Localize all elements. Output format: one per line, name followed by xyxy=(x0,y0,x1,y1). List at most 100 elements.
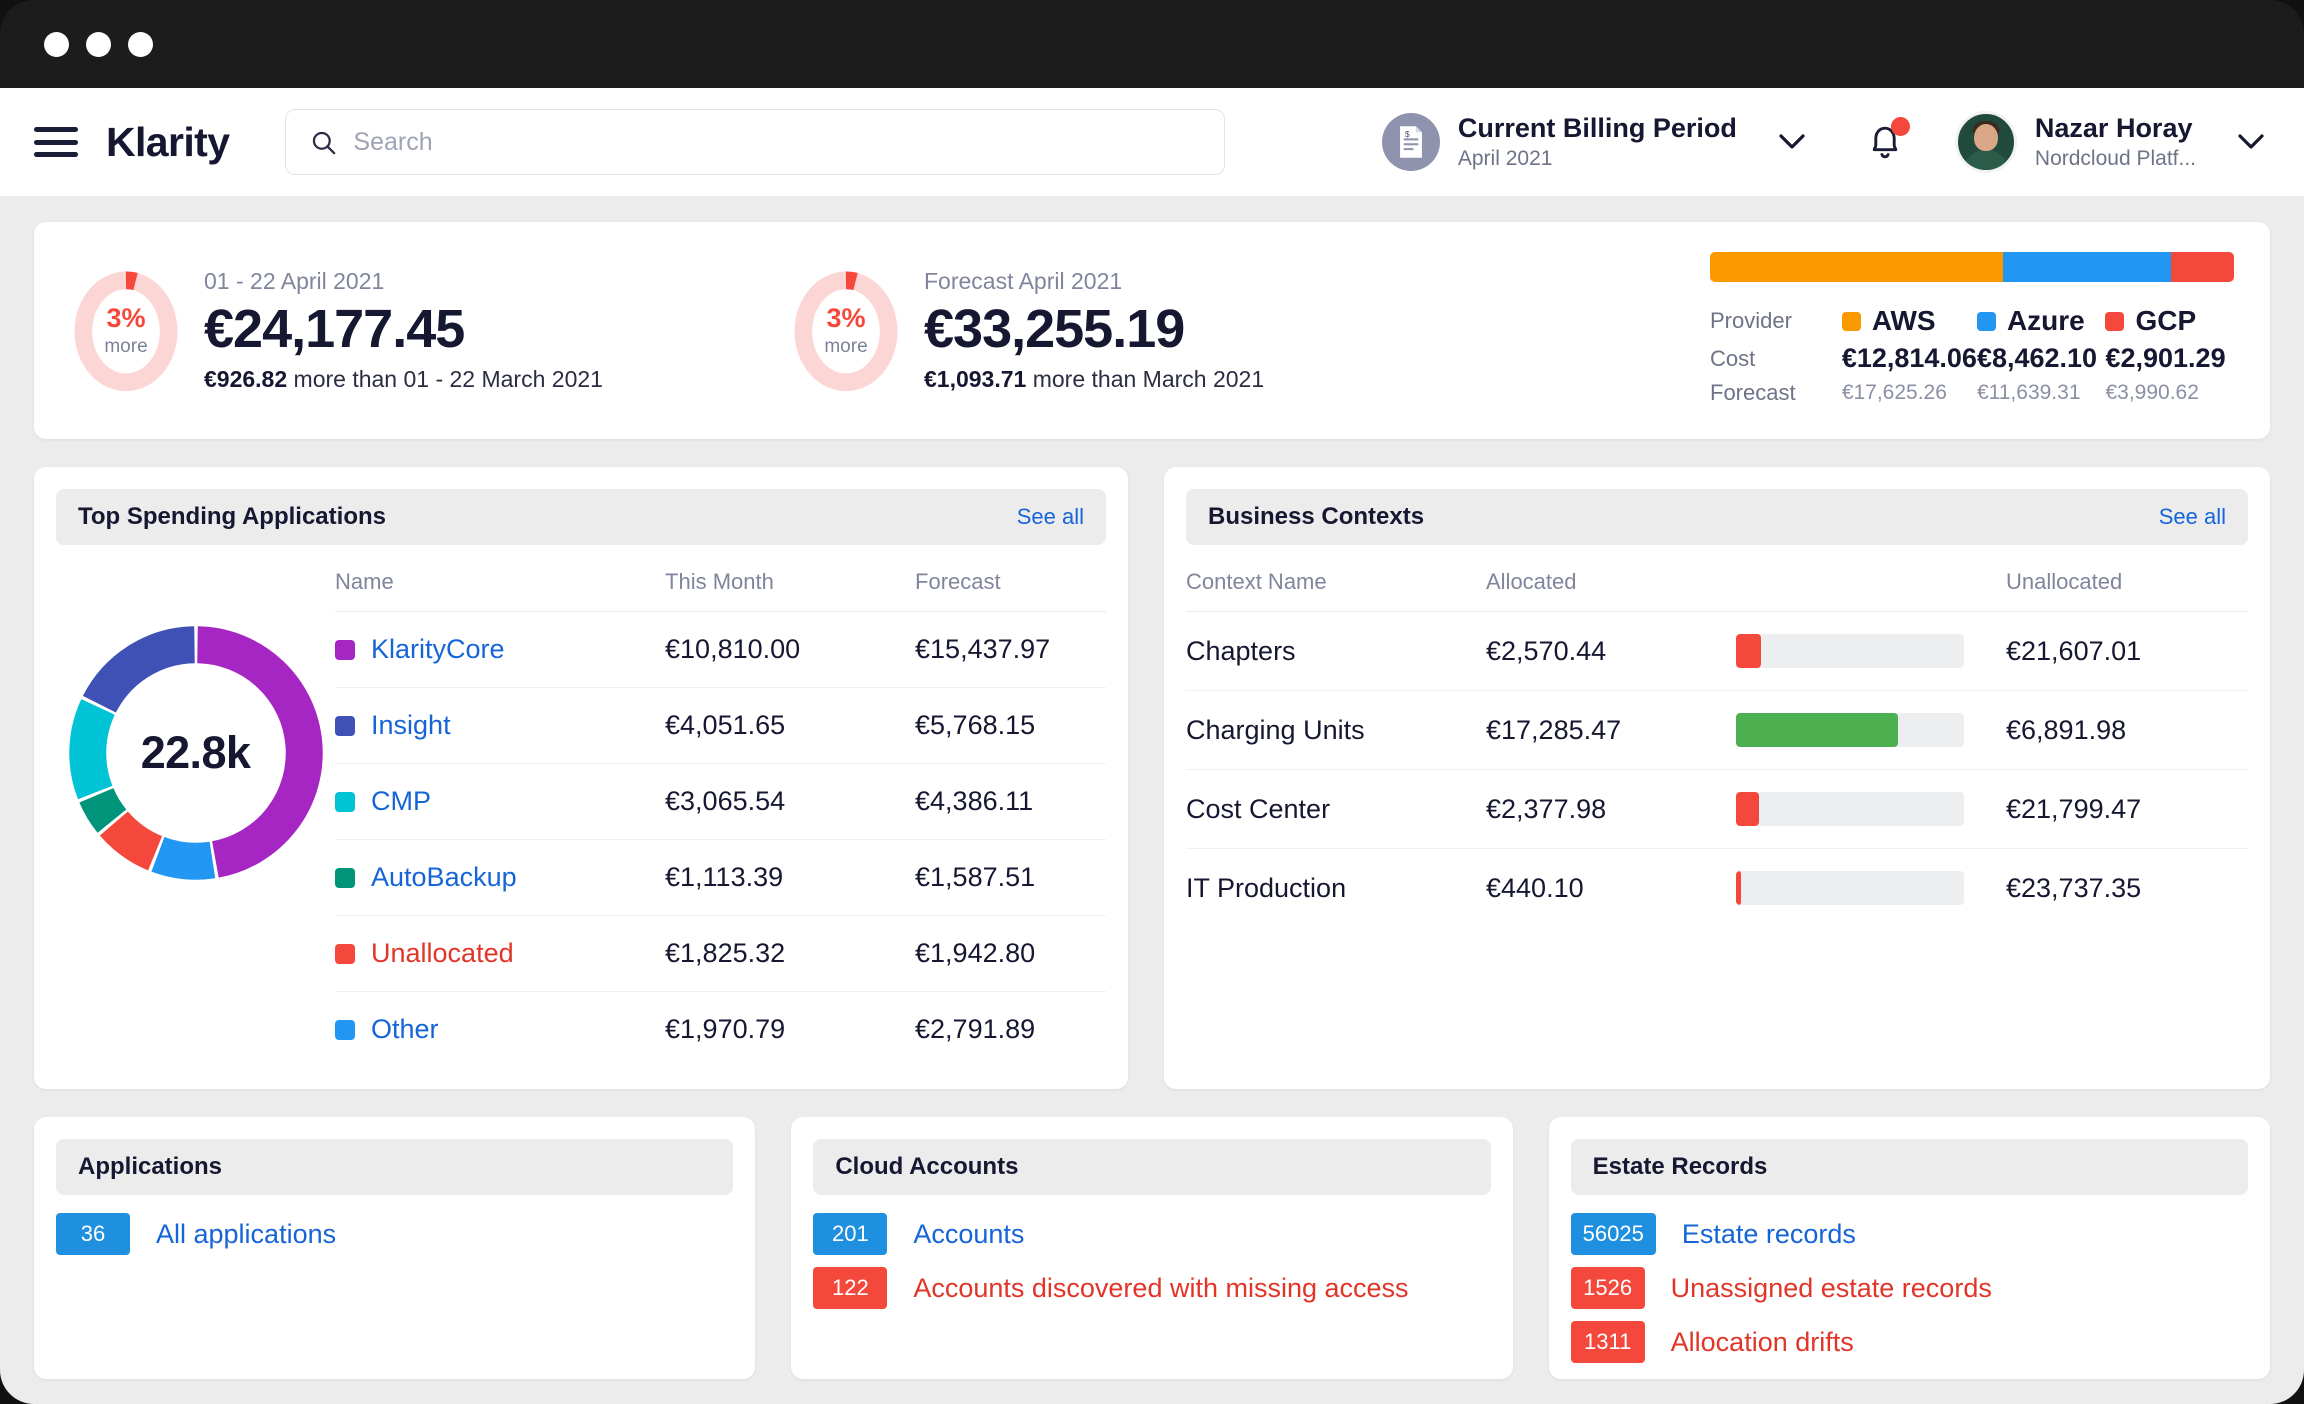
app-name-cell[interactable]: Insight xyxy=(335,688,665,764)
provider-name-cell: Azure xyxy=(1977,302,2106,340)
search-input[interactable] xyxy=(353,128,1200,157)
forecast-spend-dates: Forecast April 2021 xyxy=(924,268,1264,295)
context-name-link[interactable]: Chapters xyxy=(1186,612,1486,691)
spending-donut-chart: 22.8k xyxy=(64,621,328,885)
forecast-spend-block: 3% more Forecast April 2021 €33,255.19 €… xyxy=(794,268,1514,392)
header-right-group: $ Current Billing Period April 2021 xyxy=(1382,111,2266,173)
summary-stat-card: Cloud Accounts 201 Accounts 122Accounts dis… xyxy=(791,1117,1512,1379)
table-row[interactable]: Unallocated€1,825.32€1,942.80 xyxy=(335,916,1106,992)
stat-label-link[interactable]: All applications xyxy=(156,1219,336,1250)
table-row[interactable]: IT Production€440.10€23,737.35 xyxy=(1186,849,2248,928)
table-row[interactable]: Insight€4,051.65€5,768.15 xyxy=(335,688,1106,764)
app-color-swatch xyxy=(335,868,355,888)
provider-row-provider: ProviderAWSAzureGCP xyxy=(1710,302,2234,340)
user-menu[interactable]: Nazar Horay Nordcloud Platf... xyxy=(1955,111,2266,173)
provider-name-cell: GCP xyxy=(2105,302,2234,340)
notification-badge xyxy=(1891,117,1910,136)
stat-label-link[interactable]: Accounts xyxy=(913,1219,1024,1250)
provider-cost-value: €2,901.29 xyxy=(2105,343,2225,373)
stat-label-link[interactable]: Accounts discovered with missing access xyxy=(913,1273,1408,1304)
context-unallocated-value: €21,799.47 xyxy=(2006,770,2248,849)
search-box[interactable] xyxy=(285,109,1225,175)
context-allocation-bar-cell xyxy=(1736,849,2006,928)
col-header-bar xyxy=(1736,563,2006,612)
stat-row[interactable]: 122Accounts discovered with missing acce… xyxy=(813,1267,1490,1309)
app-forecast-value: €2,791.89 xyxy=(915,992,1106,1068)
provider-cost-cell: €8,462.10 xyxy=(1977,340,2106,377)
table-row[interactable]: Other €1,970.79€2,791.89 xyxy=(335,992,1106,1068)
stat-row[interactable]: 1311Allocation drifts xyxy=(1571,1321,2248,1363)
table-row[interactable]: KlarityCore€10,810.00€15,437.97 xyxy=(335,612,1106,688)
svg-text:$: $ xyxy=(1405,129,1410,139)
stat-label-link[interactable]: Unassigned estate records xyxy=(1671,1273,1992,1304)
provider-table: ProviderAWSAzureGCPCost€12,814.06€8,462.… xyxy=(1710,302,2234,409)
window-dot-close[interactable] xyxy=(44,32,69,57)
allocation-bar-fill xyxy=(1736,792,1759,826)
top-spending-see-all-link[interactable]: See all xyxy=(1017,504,1084,530)
app-this-month-value: €1,970.79 xyxy=(665,992,915,1068)
forecast-delta-text: more than xyxy=(1033,366,1137,392)
app-name-link[interactable]: Insight xyxy=(371,710,451,741)
context-name-link[interactable]: Charging Units xyxy=(1186,691,1486,770)
app-forecast-value: €1,587.51 xyxy=(915,840,1106,916)
table-row[interactable]: Chapters€2,570.44€21,607.01 xyxy=(1186,612,2248,691)
allocation-bar-fill xyxy=(1736,713,1898,747)
context-allocation-bar-cell xyxy=(1736,691,2006,770)
app-name-cell[interactable]: Unallocated xyxy=(335,916,665,992)
stat-count-badge: 201 xyxy=(813,1213,887,1255)
window-dot-maximize[interactable] xyxy=(128,32,153,57)
stat-label-link[interactable]: Allocation drifts xyxy=(1671,1327,1854,1358)
provider-forecast-value: €17,625.26 xyxy=(1842,381,1947,404)
chevron-down-icon-billing[interactable] xyxy=(1777,127,1807,157)
menu-icon[interactable] xyxy=(34,127,78,157)
current-spend-text: 01 - 22 April 2021 €24,177.45 €926.82 mo… xyxy=(204,268,603,392)
current-delta-period: 01 - 22 March 2021 xyxy=(403,366,602,392)
app-name-link[interactable]: KlarityCore xyxy=(371,634,505,665)
stat-row[interactable]: 201 Accounts xyxy=(813,1213,1490,1255)
app-name-link[interactable]: Other xyxy=(371,1014,439,1045)
table-row[interactable]: Cost Center€2,377.98€21,799.47 xyxy=(1186,770,2248,849)
gauge-label: more xyxy=(104,336,147,358)
app-this-month-value: €3,065.54 xyxy=(665,764,915,840)
stat-row[interactable]: 56025Estate records xyxy=(1571,1213,2248,1255)
provider-color-swatch xyxy=(1977,312,1996,331)
col-header-context-name: Context Name xyxy=(1186,563,1486,612)
app-window: Klarity xyxy=(0,0,2304,1404)
provider-row-label: Cost xyxy=(1710,340,1842,377)
table-row[interactable]: Charging Units€17,285.47€6,891.98 xyxy=(1186,691,2248,770)
current-delta-text: more than xyxy=(294,366,398,392)
notifications-button[interactable] xyxy=(1865,119,1905,165)
chevron-down-icon-user[interactable] xyxy=(2236,127,2266,157)
app-name-cell[interactable]: CMP xyxy=(335,764,665,840)
context-name-link[interactable]: Cost Center xyxy=(1186,770,1486,849)
app-this-month-value: €10,810.00 xyxy=(665,612,915,688)
forecast-delta-period: March 2021 xyxy=(1143,366,1264,392)
billing-period-selector[interactable]: $ Current Billing Period April 2021 xyxy=(1382,111,1807,172)
app-name-link[interactable]: AutoBackup xyxy=(371,862,517,893)
business-contexts-header: Business Contexts See all xyxy=(1186,489,2248,545)
window-dot-minimize[interactable] xyxy=(86,32,111,57)
app-name-cell[interactable]: KlarityCore xyxy=(335,612,665,688)
brand-logo[interactable]: Klarity xyxy=(106,119,229,166)
context-unallocated-value: €23,737.35 xyxy=(2006,849,2248,928)
provider-forecast-value: €11,639.31 xyxy=(1977,381,2081,404)
app-name-cell[interactable]: Other xyxy=(335,992,665,1068)
stat-row[interactable]: 36 All applications xyxy=(56,1213,733,1255)
context-allocation-bar-cell xyxy=(1736,612,2006,691)
app-name-link[interactable]: Unallocated xyxy=(371,938,514,969)
context-name-link[interactable]: IT Production xyxy=(1186,849,1486,928)
stat-count-badge: 36 xyxy=(56,1213,130,1255)
table-row[interactable]: AutoBackup€1,113.39€1,587.51 xyxy=(335,840,1106,916)
summary-stat-card: Applications36All applications xyxy=(34,1117,755,1379)
donut-chart-wrap: 22.8k xyxy=(56,563,335,885)
col-header-unallocated: Unallocated xyxy=(2006,563,2248,612)
business-contexts-see-all-link[interactable]: See all xyxy=(2159,504,2226,530)
donut-center-total: 22.8k xyxy=(64,621,328,885)
table-header-row: Name This Month Forecast xyxy=(335,563,1106,612)
stat-label-link[interactable]: Estate records xyxy=(1682,1219,1856,1250)
stat-card-header: Cloud Accounts xyxy=(813,1139,1490,1195)
app-name-cell[interactable]: AutoBackup xyxy=(335,840,665,916)
stat-row[interactable]: 1526Unassigned estate records xyxy=(1571,1267,2248,1309)
app-name-link[interactable]: CMP xyxy=(371,786,431,817)
table-row[interactable]: CMP€3,065.54€4,386.11 xyxy=(335,764,1106,840)
